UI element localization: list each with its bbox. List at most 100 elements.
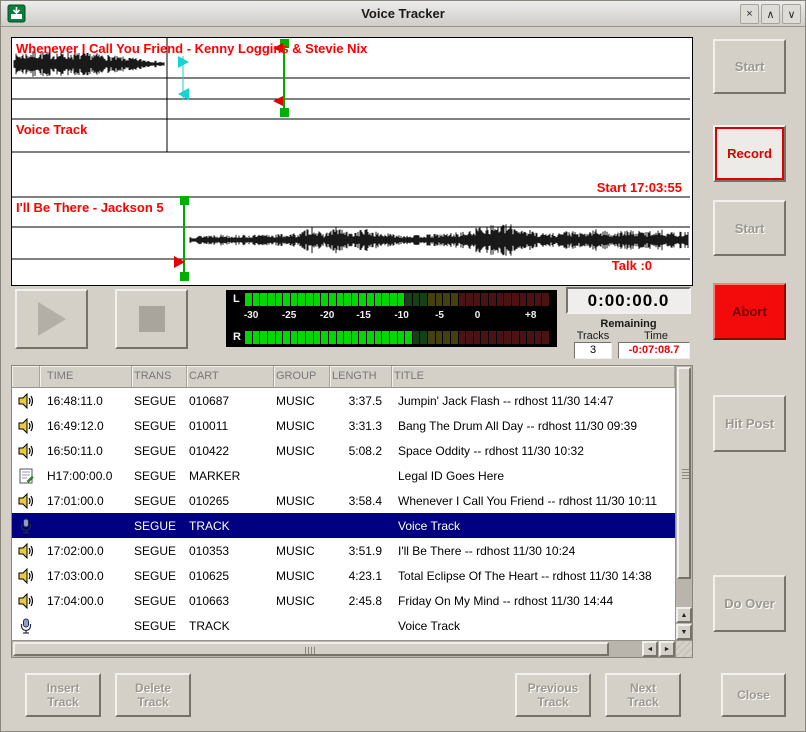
log-row[interactable]: H17:00:00.0SEGUEMARKERLegal ID Goes Here bbox=[12, 463, 675, 488]
play-icon bbox=[38, 302, 66, 336]
mic-icon bbox=[12, 618, 40, 634]
marker-icon bbox=[12, 468, 40, 484]
cell-group: MUSIC bbox=[274, 594, 330, 608]
log-row[interactable]: SEGUETRACKVoice Track bbox=[12, 613, 675, 638]
cell-group: MUSIC bbox=[274, 394, 330, 408]
cell-trans: SEGUE bbox=[132, 619, 187, 633]
cell-trans: SEGUE bbox=[132, 469, 187, 483]
stop-button[interactable] bbox=[115, 289, 188, 349]
titlebar[interactable]: Voice Tracker × ∧ ∨ bbox=[1, 1, 805, 27]
speaker-icon bbox=[12, 418, 40, 434]
next-track-button[interactable]: Next Track bbox=[605, 673, 681, 717]
log-header[interactable]: TIME TRANS CART GROUP LENGTH TITLE bbox=[12, 366, 675, 388]
start-track1-button[interactable]: Start bbox=[713, 39, 786, 94]
log-body: 16:48:11.0SEGUE010687MUSIC3:37.5Jumpin' … bbox=[12, 388, 675, 638]
cell-cart: 010663 bbox=[187, 594, 274, 608]
scroll-left-icon[interactable]: ◄ bbox=[642, 641, 658, 657]
shade-icon[interactable]: ∨ bbox=[782, 4, 801, 24]
track1-title: Whenever I Call You Friend - Kenny Loggi… bbox=[16, 41, 367, 56]
cell-time: 17:02:00.0 bbox=[40, 544, 132, 558]
track1-fade-marker-bottom[interactable] bbox=[273, 96, 283, 106]
cell-trans: SEGUE bbox=[132, 444, 187, 458]
speaker-icon bbox=[12, 543, 40, 559]
cell-title: Bang The Drum All Day -- rdhost 11/30 09… bbox=[392, 419, 675, 433]
cell-title: Jumpin' Jack Flash -- rdhost 11/30 14:47 bbox=[392, 394, 675, 408]
log-row[interactable]: 16:50:11.0SEGUE010422MUSIC5:08.2Space Od… bbox=[12, 438, 675, 463]
do-over-button[interactable]: Do Over bbox=[713, 575, 786, 632]
speaker-icon bbox=[12, 593, 40, 609]
remaining-tracks-value: 3 bbox=[574, 342, 612, 359]
col-icon[interactable] bbox=[12, 366, 40, 387]
record-button[interactable]: Record bbox=[713, 125, 786, 182]
log-row[interactable]: 16:48:11.0SEGUE010687MUSIC3:37.5Jumpin' … bbox=[12, 388, 675, 413]
cell-trans: SEGUE bbox=[132, 569, 187, 583]
cell-title: Whenever I Call You Friend -- rdhost 11/… bbox=[392, 494, 675, 508]
col-length[interactable]: LENGTH bbox=[330, 366, 392, 387]
maximize-icon[interactable]: ∧ bbox=[761, 4, 780, 24]
col-group[interactable]: GROUP bbox=[274, 366, 330, 387]
insert-track-label: Insert Track bbox=[40, 681, 86, 710]
abort-button[interactable]: Abort bbox=[713, 283, 786, 340]
start-track3-button[interactable]: Start bbox=[713, 200, 786, 256]
speaker-icon bbox=[12, 443, 40, 459]
horizontal-scrollbar[interactable]: ◄ ► bbox=[12, 640, 675, 657]
col-time[interactable]: TIME bbox=[40, 366, 132, 387]
col-trans[interactable]: TRANS bbox=[132, 366, 187, 387]
cell-length: 4:23.1 bbox=[330, 569, 392, 583]
cell-title: Space Oddity -- rdhost 11/30 10:32 bbox=[392, 444, 675, 458]
hscroll-thumb[interactable] bbox=[13, 642, 609, 656]
vertical-scrollbar[interactable]: ▲ ▼ bbox=[675, 366, 692, 640]
cell-cart: 010422 bbox=[187, 444, 274, 458]
mic-icon bbox=[12, 518, 40, 534]
close-icon[interactable]: × bbox=[740, 4, 759, 24]
cell-length: 3:51.9 bbox=[330, 544, 392, 558]
play-button[interactable] bbox=[15, 289, 88, 349]
start-track3-label: Start bbox=[735, 221, 765, 236]
scroll-right-icon[interactable]: ► bbox=[659, 641, 675, 657]
meter-scale: -30-25-20-15-10-50+8 bbox=[245, 310, 549, 326]
elapsed-time-display: 0:00:00.0 bbox=[566, 287, 691, 314]
track-log: TIME TRANS CART GROUP LENGTH TITLE 16:48… bbox=[11, 365, 693, 658]
previous-track-button[interactable]: Previous Track bbox=[515, 673, 591, 717]
resize-grip[interactable] bbox=[675, 640, 692, 657]
cell-cart: 010265 bbox=[187, 494, 274, 508]
meter-right-bar bbox=[245, 331, 549, 344]
meter-left-bar bbox=[245, 293, 549, 306]
next-track-label: Next Track bbox=[622, 681, 664, 710]
hit-post-button[interactable]: Hit Post bbox=[713, 395, 786, 452]
scroll-down-icon[interactable]: ▼ bbox=[676, 624, 692, 640]
remaining-tracks-label: Tracks bbox=[570, 330, 616, 342]
cell-time: 17:03:00.0 bbox=[40, 569, 132, 583]
log-row[interactable]: 17:04:00.0SEGUE010663MUSIC2:45.8Friday O… bbox=[12, 588, 675, 613]
log-inner: TIME TRANS CART GROUP LENGTH TITLE 16:48… bbox=[12, 366, 675, 640]
log-row[interactable]: 17:01:00.0SEGUE010265MUSIC3:58.4Whenever… bbox=[12, 488, 675, 513]
vscroll-thumb[interactable] bbox=[677, 367, 691, 579]
log-row[interactable]: 17:03:00.0SEGUE010625MUSIC4:23.1Total Ec… bbox=[12, 563, 675, 588]
delete-track-button[interactable]: Delete Track bbox=[115, 673, 191, 717]
cell-group: MUSIC bbox=[274, 419, 330, 433]
cell-cart: 010353 bbox=[187, 544, 274, 558]
log-row[interactable]: 16:49:12.0SEGUE010011MUSIC3:31.3Bang The… bbox=[12, 413, 675, 438]
cell-length: 3:58.4 bbox=[330, 494, 392, 508]
track3-marker-handle-top[interactable] bbox=[180, 196, 189, 205]
log-row[interactable]: SEGUETRACKVoice Track bbox=[12, 513, 675, 538]
track2-start-annotation: Start 17:03:55 bbox=[597, 180, 682, 195]
delete-track-label: Delete Track bbox=[130, 681, 176, 710]
insert-track-button[interactable]: Insert Track bbox=[25, 673, 101, 717]
col-cart[interactable]: CART bbox=[187, 366, 274, 387]
scroll-up-icon[interactable]: ▲ bbox=[676, 607, 692, 623]
waveform-panel[interactable]: Whenever I Call You Friend - Kenny Loggi… bbox=[11, 37, 693, 286]
col-title[interactable]: TITLE bbox=[392, 366, 675, 387]
log-row[interactable]: 17:02:00.0SEGUE010353MUSIC3:51.9I'll Be … bbox=[12, 538, 675, 563]
cell-trans: SEGUE bbox=[132, 494, 187, 508]
speaker-icon bbox=[12, 393, 40, 409]
abort-label: Abort bbox=[732, 304, 767, 319]
cell-time: 16:49:12.0 bbox=[40, 419, 132, 433]
track3-marker-handle-bottom[interactable] bbox=[180, 272, 189, 281]
close-button[interactable]: Close bbox=[721, 673, 786, 717]
cell-time: 17:04:00.0 bbox=[40, 594, 132, 608]
cell-trans: SEGUE bbox=[132, 594, 187, 608]
track1-marker-handle-bottom[interactable] bbox=[280, 108, 289, 117]
cell-time: 16:48:11.0 bbox=[40, 394, 132, 408]
cell-cart: TRACK bbox=[187, 519, 274, 533]
